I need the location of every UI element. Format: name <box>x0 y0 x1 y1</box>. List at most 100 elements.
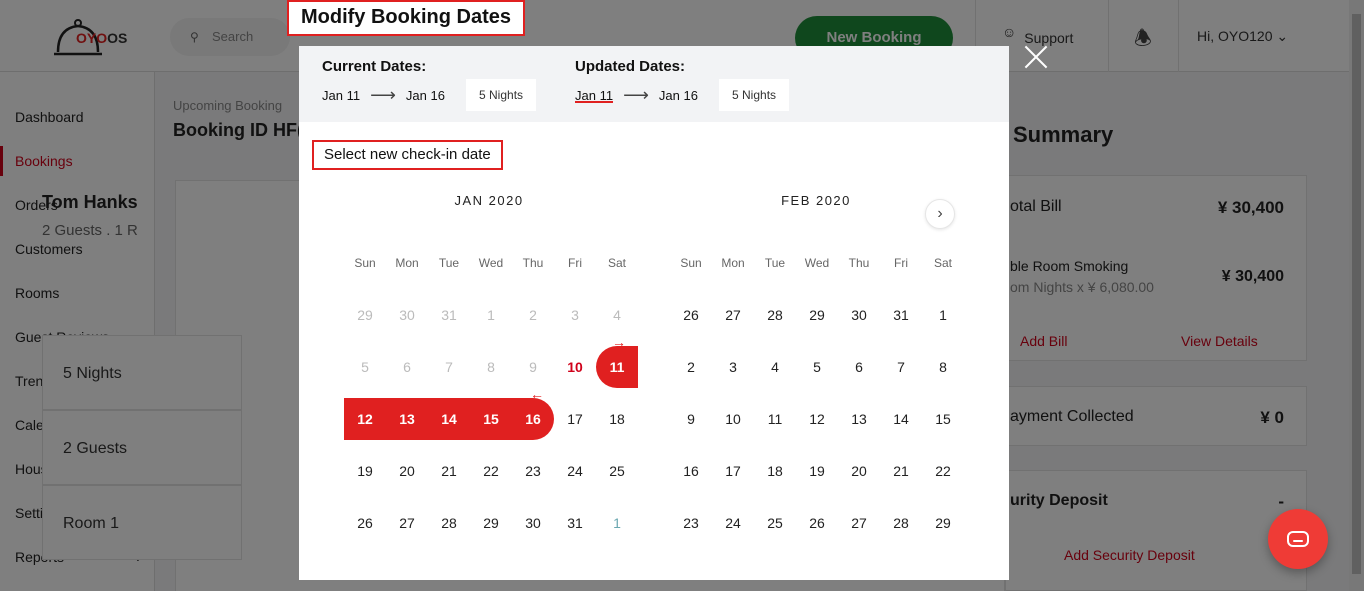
calendar-day[interactable]: 28 <box>754 294 796 336</box>
close-icon[interactable] <box>1021 42 1051 72</box>
calendar-day[interactable]: 9 <box>670 398 712 440</box>
calendar-day[interactable]: 3 <box>712 346 754 388</box>
calendar-day[interactable]: 31 <box>554 502 596 544</box>
calendar-day[interactable]: 23 <box>512 450 554 492</box>
weekday-label: Mon <box>395 256 419 270</box>
weekday-label: Tue <box>764 256 786 270</box>
calendar-day[interactable]: 20 <box>386 450 428 492</box>
dates-header: Current Dates: Jan 11 ⟶ Jan 16 5 Nights Up… <box>299 46 1009 122</box>
calendar-day[interactable]: 12 <box>344 398 386 440</box>
calendar-day[interactable]: 13 <box>386 398 428 440</box>
updated-to-date[interactable]: Jan 16 <box>659 88 698 103</box>
calendar-day[interactable]: 31 <box>880 294 922 336</box>
calendar-day[interactable]: 28 <box>428 502 470 544</box>
calendar-day[interactable]: 27 <box>712 294 754 336</box>
calendar-day: 3 <box>571 307 579 323</box>
updated-nights-badge: 5 Nights <box>719 79 790 111</box>
calendar-day[interactable]: 22 <box>470 450 512 492</box>
calendar-day[interactable]: 30 <box>512 502 554 544</box>
updated-dates: Updated Dates: Jan 11 ⟶ Jan 16 <box>575 58 698 105</box>
calendar-day[interactable]: 6 <box>838 346 880 388</box>
calendar-day[interactable]: 26 <box>344 502 386 544</box>
calendar-day[interactable]: 11 <box>754 398 796 440</box>
calendar-day[interactable]: 17 <box>554 398 596 440</box>
calendar-day[interactable]: 19 <box>344 450 386 492</box>
calendar-day[interactable]: 1 <box>922 294 964 336</box>
calendar-day[interactable]: 14 <box>428 398 470 440</box>
calendar-day[interactable]: 23 <box>670 502 712 544</box>
arrow-right-icon: ⟶ <box>623 85 649 105</box>
weekday-label: Thu <box>522 256 544 270</box>
calendar-day[interactable]: 27 <box>838 502 880 544</box>
calendar-day[interactable]: 11 <box>596 346 638 388</box>
calendar-day[interactable]: 29 <box>796 294 838 336</box>
checkout-arrow-icon: ← <box>530 386 544 402</box>
calendar-day[interactable]: 24 <box>554 450 596 492</box>
weekday-label: Thu <box>848 256 870 270</box>
active-date-indicator <box>575 101 613 103</box>
calendar-day[interactable]: 5 <box>796 346 838 388</box>
calendar-day[interactable]: 20 <box>838 450 880 492</box>
calendar-day: 6 <box>403 359 411 375</box>
calendar-day[interactable]: 15 <box>922 398 964 440</box>
calendar-day[interactable]: 14 <box>880 398 922 440</box>
calendar-day[interactable]: 21 <box>880 450 922 492</box>
calendar-day[interactable]: 24 <box>712 502 754 544</box>
current-from-date: Jan 11 <box>322 88 361 103</box>
month-title-jan: JAN 2020 <box>454 193 524 208</box>
calendar-day[interactable]: 18 <box>754 450 796 492</box>
weekday-label: Mon <box>721 256 745 270</box>
checkin-arrow-icon: → <box>612 334 626 350</box>
weekday-label: Sat <box>607 256 626 270</box>
weekday-label: Fri <box>894 256 908 270</box>
calendar-day[interactable]: 2 <box>670 346 712 388</box>
calendar-day[interactable]: 25 <box>754 502 796 544</box>
calendar-day[interactable]: 27 <box>386 502 428 544</box>
chat-button[interactable] <box>1268 509 1328 569</box>
calendar-day[interactable]: 18 <box>596 398 638 440</box>
calendar-day[interactable]: 30 <box>838 294 880 336</box>
current-nights-badge: 5 Nights <box>466 79 537 111</box>
calendar-day[interactable]: 10 <box>554 346 596 388</box>
calendar-day: 2 <box>529 307 537 323</box>
current-dates-label: Current Dates: <box>322 58 427 75</box>
calendar-day[interactable]: 4 <box>754 346 796 388</box>
weekday-label: Sat <box>933 256 952 270</box>
arrow-right-icon: ⟶ <box>370 85 396 105</box>
calendar-day[interactable]: 16 <box>512 398 554 440</box>
calendar-day[interactable]: 29 <box>470 502 512 544</box>
calendar-day[interactable]: 16 <box>670 450 712 492</box>
calendar-day: 5 <box>361 359 369 375</box>
calendar-day: 31 <box>441 307 457 323</box>
modal-title: Modify Booking Dates <box>287 0 526 36</box>
current-to-date: Jan 16 <box>405 88 445 103</box>
calendar-day: 7 <box>445 359 453 375</box>
calendar-day[interactable]: 13 <box>838 398 880 440</box>
current-dates: Current Dates: Jan 11 ⟶ Jan 16 <box>322 58 445 105</box>
calendar-day[interactable]: 12 <box>796 398 838 440</box>
weekday-label: Wed <box>478 256 504 270</box>
calendar-day[interactable]: 29 <box>922 502 964 544</box>
calendar-day[interactable]: 26 <box>670 294 712 336</box>
weekday-label: Fri <box>568 256 582 270</box>
modify-dates-modal: Current Dates: Jan 11 ⟶ Jan 16 5 Nights Up… <box>299 46 1009 580</box>
calendar-day[interactable]: 7 <box>880 346 922 388</box>
calendar-day[interactable]: 8 <box>922 346 964 388</box>
calendar-day[interactable]: 17 <box>712 450 754 492</box>
calendar-day[interactable]: 21 <box>428 450 470 492</box>
calendar-day[interactable]: 26 <box>796 502 838 544</box>
chevron-right-icon: › <box>937 205 943 222</box>
next-month-button[interactable]: › <box>925 199 955 229</box>
calendar-day[interactable]: 19 <box>796 450 838 492</box>
calendar-day: 9 <box>529 359 537 375</box>
calendar-day[interactable]: 28 <box>880 502 922 544</box>
calendar-day[interactable]: 15 <box>470 398 512 440</box>
calendar-day: 30 <box>399 307 415 323</box>
calendar-day[interactable]: 1 <box>596 502 638 544</box>
current-date-range: Jan 11 ⟶ Jan 16 <box>322 84 445 105</box>
weekday-label: Sun <box>354 256 376 270</box>
chat-icon <box>1287 531 1309 547</box>
calendar-day[interactable]: 10 <box>712 398 754 440</box>
calendar-day[interactable]: 25 <box>596 450 638 492</box>
calendar-day[interactable]: 22 <box>922 450 964 492</box>
